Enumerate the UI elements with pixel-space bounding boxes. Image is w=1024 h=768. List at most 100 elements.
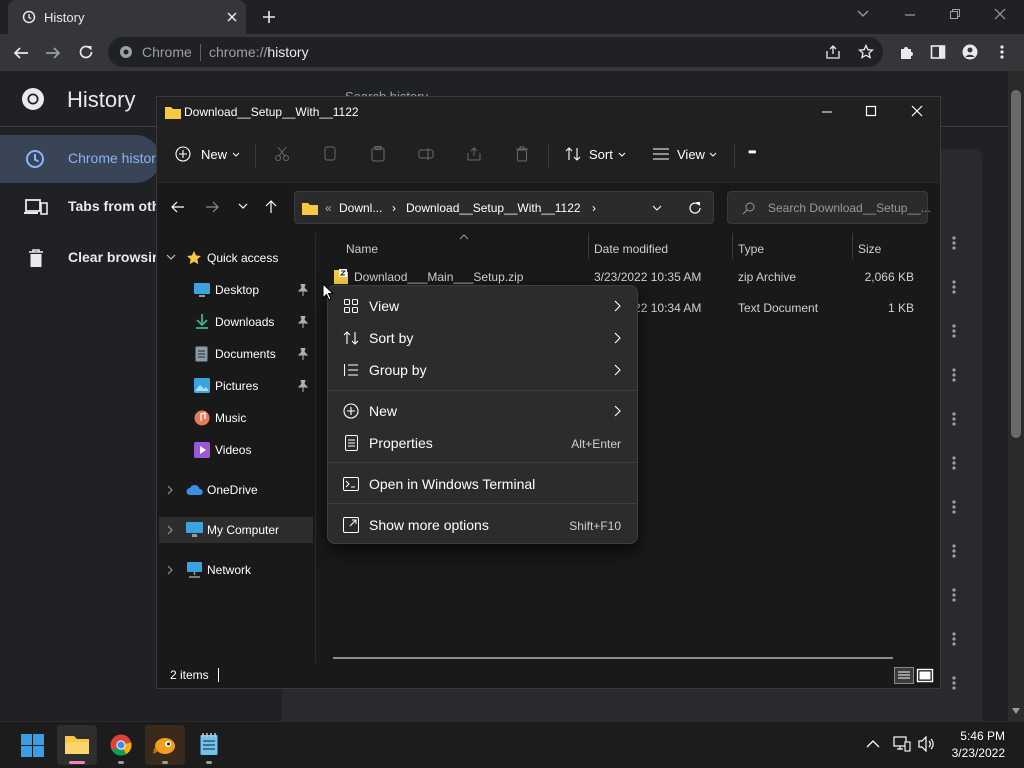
paste-icon[interactable] [370,146,386,162]
clock-date[interactable]: 3/23/2022 [952,746,1005,760]
refresh-icon[interactable] [688,201,702,215]
delete-icon[interactable] [514,146,530,162]
menu-item-sort-by[interactable]: Sort by [332,322,633,354]
extensions-icon[interactable] [898,44,914,60]
nav-item-videos[interactable]: Videos [157,437,315,463]
chrome-menu-icon[interactable] [999,44,1005,60]
more-actions-icon[interactable] [949,324,959,338]
profile-icon[interactable] [962,44,978,60]
more-options-button[interactable]: ••• [748,145,756,159]
nav-item-downloads[interactable]: Downloads [157,309,315,335]
clock-time[interactable]: 5:46 PM [960,729,1005,743]
column-header-name[interactable]: Name [346,242,378,256]
explorer-titlebar[interactable]: Download__Setup__With__1122 [157,97,940,128]
nav-item-onedrive[interactable]: OneDrive [157,477,315,503]
column-divider[interactable] [732,233,733,259]
menu-item-new[interactable]: New [332,395,633,427]
close-window-icon[interactable] [994,8,1006,20]
more-actions-icon[interactable] [949,632,959,646]
column-divider[interactable] [588,233,589,259]
column-divider[interactable] [852,233,853,259]
close-tab-icon[interactable] [226,11,238,23]
nav-item-desktop[interactable]: Desktop [157,277,315,303]
sidebar-item-tabs-other-devices[interactable]: Tabs from other devices [0,183,229,231]
close-window-icon[interactable] [911,105,923,117]
address-bar[interactable]: « Downl... › Download__Setup__With__1122… [294,191,714,224]
start-windows-icon[interactable] [21,734,44,757]
explorer-search-input[interactable]: Search Download__Setup__... [727,191,931,224]
more-actions-icon[interactable] [949,544,959,558]
share-icon[interactable] [825,45,841,59]
menu-item-properties[interactable]: Properties Alt+Enter [332,427,633,459]
back-icon[interactable] [171,201,185,213]
view-button[interactable]: View [653,144,719,166]
more-actions-icon[interactable] [949,676,959,690]
more-actions-icon[interactable] [949,412,959,426]
taskbar-file-explorer[interactable] [57,725,97,765]
more-actions-icon[interactable] [949,500,959,514]
more-actions-icon[interactable] [949,280,959,294]
minimize-icon[interactable] [821,107,833,117]
nav-item-pictures[interactable]: Pictures [157,373,315,399]
menu-item-show-more-options[interactable]: Show more options Shift+F10 [332,509,633,541]
chevron-up-icon[interactable] [866,739,880,748]
up-icon[interactable] [265,200,277,214]
chevron-right-icon[interactable] [167,525,174,535]
more-actions-icon[interactable] [949,456,959,470]
column-header-type[interactable]: Type [738,242,764,256]
more-actions-icon[interactable] [949,236,959,250]
nav-item-documents[interactable]: Documents [157,341,315,367]
nav-item-my-computer[interactable]: My Computer [159,517,313,543]
taskbar-app[interactable] [145,725,185,765]
forward-icon[interactable] [45,45,61,61]
more-actions-icon[interactable] [949,368,959,382]
sidebar-item-chrome-history[interactable]: Chrome history [0,135,163,183]
network-status-icon[interactable] [893,736,911,752]
new-button[interactable]: New [175,144,241,166]
new-tab-icon[interactable] [262,10,276,24]
menu-item-group-by[interactable]: Group by [332,354,633,386]
tab-search-icon[interactable] [857,9,869,19]
breadcrumb-item[interactable]: Downl... [339,201,382,215]
chevron-right-icon[interactable] [167,565,174,575]
horizontal-scrollbar[interactable] [333,657,893,659]
sidebar-item-clear-browsing[interactable]: Clear browsing data [0,234,202,282]
minimize-icon[interactable] [904,10,916,20]
tab-history[interactable]: History [8,0,246,34]
taskbar-chrome[interactable] [101,725,141,765]
pane-divider[interactable] [315,233,316,663]
page-scrollbar-thumb[interactable] [1011,90,1021,438]
breadcrumb-overflow[interactable]: « [325,201,332,215]
scroll-down-arrow-icon[interactable] [1011,707,1021,715]
back-icon[interactable] [13,45,29,61]
sort-button[interactable]: Sort [565,144,627,166]
restore-icon[interactable] [949,8,961,20]
chevron-down-icon[interactable] [166,254,176,261]
copy-icon[interactable] [322,146,338,162]
rename-icon[interactable] [418,146,434,162]
nav-item-quick-access[interactable]: Quick access [157,245,315,271]
taskbar-notepad[interactable] [189,725,229,765]
more-actions-icon[interactable] [949,588,959,602]
chevron-right-icon[interactable] [167,485,174,495]
tiles-view-icon[interactable] [916,667,935,684]
reload-icon[interactable] [78,44,94,60]
side-panel-icon[interactable] [930,44,946,60]
cut-icon[interactable] [274,146,290,162]
menu-item-view[interactable]: View [332,290,633,322]
bookmark-star-icon[interactable] [858,44,874,60]
nav-item-network[interactable]: Network [157,557,315,583]
details-view-icon[interactable] [894,667,914,684]
menu-item-open-terminal[interactable]: Open in Windows Terminal [332,468,633,500]
forward-icon[interactable] [205,201,219,213]
nav-item-music[interactable]: Music [157,405,315,431]
maximize-icon[interactable] [865,105,877,117]
omnibox[interactable]: Chrome chrome://history [108,37,883,67]
column-header-size[interactable]: Size [858,242,881,256]
breadcrumb-item[interactable]: Download__Setup__With__1122 [406,201,581,215]
address-dropdown-icon[interactable] [652,205,662,212]
share-icon[interactable] [466,146,482,162]
recent-locations-icon[interactable] [238,203,248,210]
column-header-date[interactable]: Date modified [594,242,668,256]
volume-icon[interactable] [918,736,936,752]
